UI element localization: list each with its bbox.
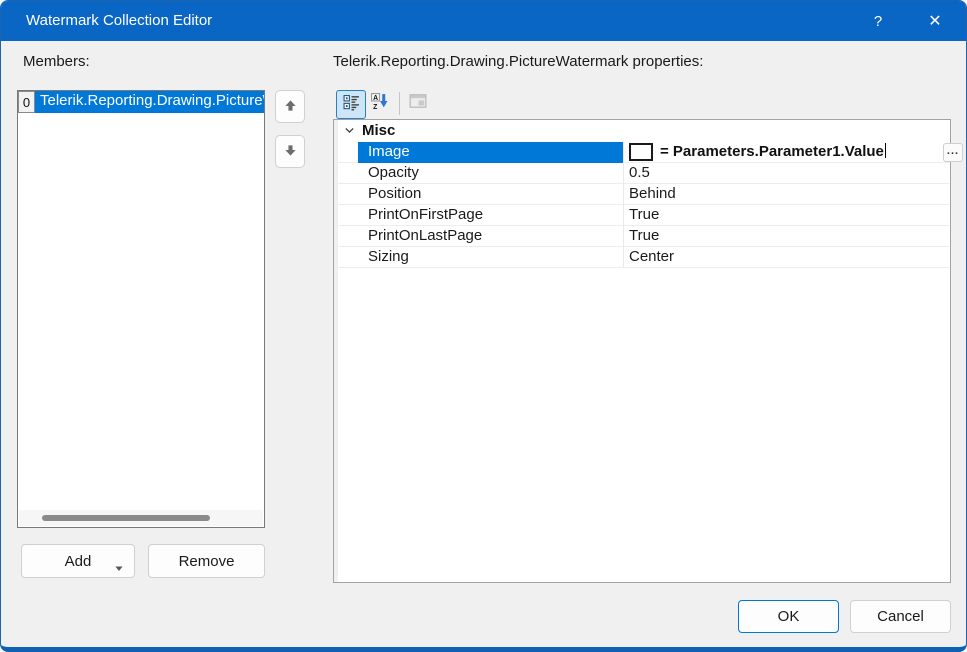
image-value-editor[interactable]: = Parameters.Parameter1.Value xyxy=(660,142,886,162)
members-label: Members: xyxy=(23,53,90,70)
properties-header: Telerik.Reporting.Drawing.PictureWaterma… xyxy=(333,53,703,70)
property-row-position[interactable]: Position Behind xyxy=(338,184,949,205)
property-value: True xyxy=(629,205,659,225)
column-divider xyxy=(623,142,624,268)
property-name: Position xyxy=(368,184,421,204)
az-letter-z: Z xyxy=(373,104,378,110)
cancel-button[interactable]: Cancel xyxy=(850,600,951,633)
add-button-label: Add xyxy=(65,553,92,570)
property-row-image[interactable]: Image = Parameters.Parameter1.Value ... xyxy=(338,142,949,163)
ok-button[interactable]: OK xyxy=(738,600,839,633)
property-grid: Misc Image = Parameters.Parameter1.Value… xyxy=(333,119,951,583)
ok-button-label: OK xyxy=(778,608,800,625)
add-button[interactable]: Add xyxy=(21,544,135,578)
arrow-down-icon xyxy=(283,143,298,161)
remove-button-label: Remove xyxy=(179,553,235,570)
arrow-up-icon xyxy=(283,98,298,116)
text-caret xyxy=(885,143,886,158)
categorized-view-button[interactable] xyxy=(336,90,366,119)
image-expression: = Parameters.Parameter1.Value xyxy=(660,143,884,160)
help-icon: ? xyxy=(874,13,882,30)
close-icon: ✕ xyxy=(928,11,941,31)
category-row-misc[interactable]: Misc xyxy=(338,120,950,142)
image-thumbnail xyxy=(629,143,653,161)
alphabetical-sort-icon: A Z xyxy=(371,93,388,115)
property-pages-icon xyxy=(409,93,427,114)
move-up-button[interactable] xyxy=(275,90,305,123)
property-row-opacity[interactable]: Opacity 0.5 xyxy=(338,163,949,184)
watermark-collection-editor-dialog: Watermark Collection Editor ? ✕ Members:… xyxy=(0,0,967,652)
property-name: Sizing xyxy=(368,247,409,267)
property-row-sizing[interactable]: Sizing Center xyxy=(338,247,949,268)
titlebar: Watermark Collection Editor ? ✕ xyxy=(1,1,966,41)
az-letter-a: A xyxy=(373,95,378,102)
property-value: True xyxy=(629,226,659,246)
property-name: PrintOnFirstPage xyxy=(368,205,483,225)
add-dropdown-icon xyxy=(115,559,123,576)
remove-button[interactable]: Remove xyxy=(148,544,265,578)
cancel-button-label: Cancel xyxy=(877,608,924,625)
property-row-printonlastpage[interactable]: PrintOnLastPage True xyxy=(338,226,949,247)
categorized-icon xyxy=(343,94,360,116)
property-value: Behind xyxy=(629,184,676,204)
close-button[interactable]: ✕ xyxy=(912,1,958,41)
ellipsis-button[interactable]: ... xyxy=(943,143,963,162)
property-name: Image xyxy=(368,142,410,162)
list-item-label: Telerik.Reporting.Drawing.PictureWate xyxy=(35,91,264,113)
alphabetical-sort-button[interactable]: A Z xyxy=(366,90,393,117)
members-listbox[interactable]: 0 Telerik.Reporting.Drawing.PictureWate xyxy=(17,90,265,528)
selected-name-cell: Image xyxy=(358,142,623,163)
window-title: Watermark Collection Editor xyxy=(26,1,212,41)
toolbar-separator xyxy=(399,92,400,115)
property-value: 0.5 xyxy=(629,163,650,183)
property-name: PrintOnLastPage xyxy=(368,226,482,246)
scrollbar-thumb[interactable] xyxy=(42,515,210,521)
property-value: Center xyxy=(629,247,674,267)
horizontal-scrollbar[interactable] xyxy=(19,510,263,526)
category-label: Misc xyxy=(362,120,395,142)
property-name: Opacity xyxy=(368,163,419,183)
move-down-button[interactable] xyxy=(275,135,305,168)
property-pages-button xyxy=(405,92,431,115)
chevron-down-icon xyxy=(343,124,356,142)
help-button[interactable]: ? xyxy=(858,1,898,41)
property-row-printonfirstpage[interactable]: PrintOnFirstPage True xyxy=(338,205,949,226)
list-item[interactable]: 0 Telerik.Reporting.Drawing.PictureWate xyxy=(18,91,264,113)
list-item-index: 0 xyxy=(18,91,35,113)
